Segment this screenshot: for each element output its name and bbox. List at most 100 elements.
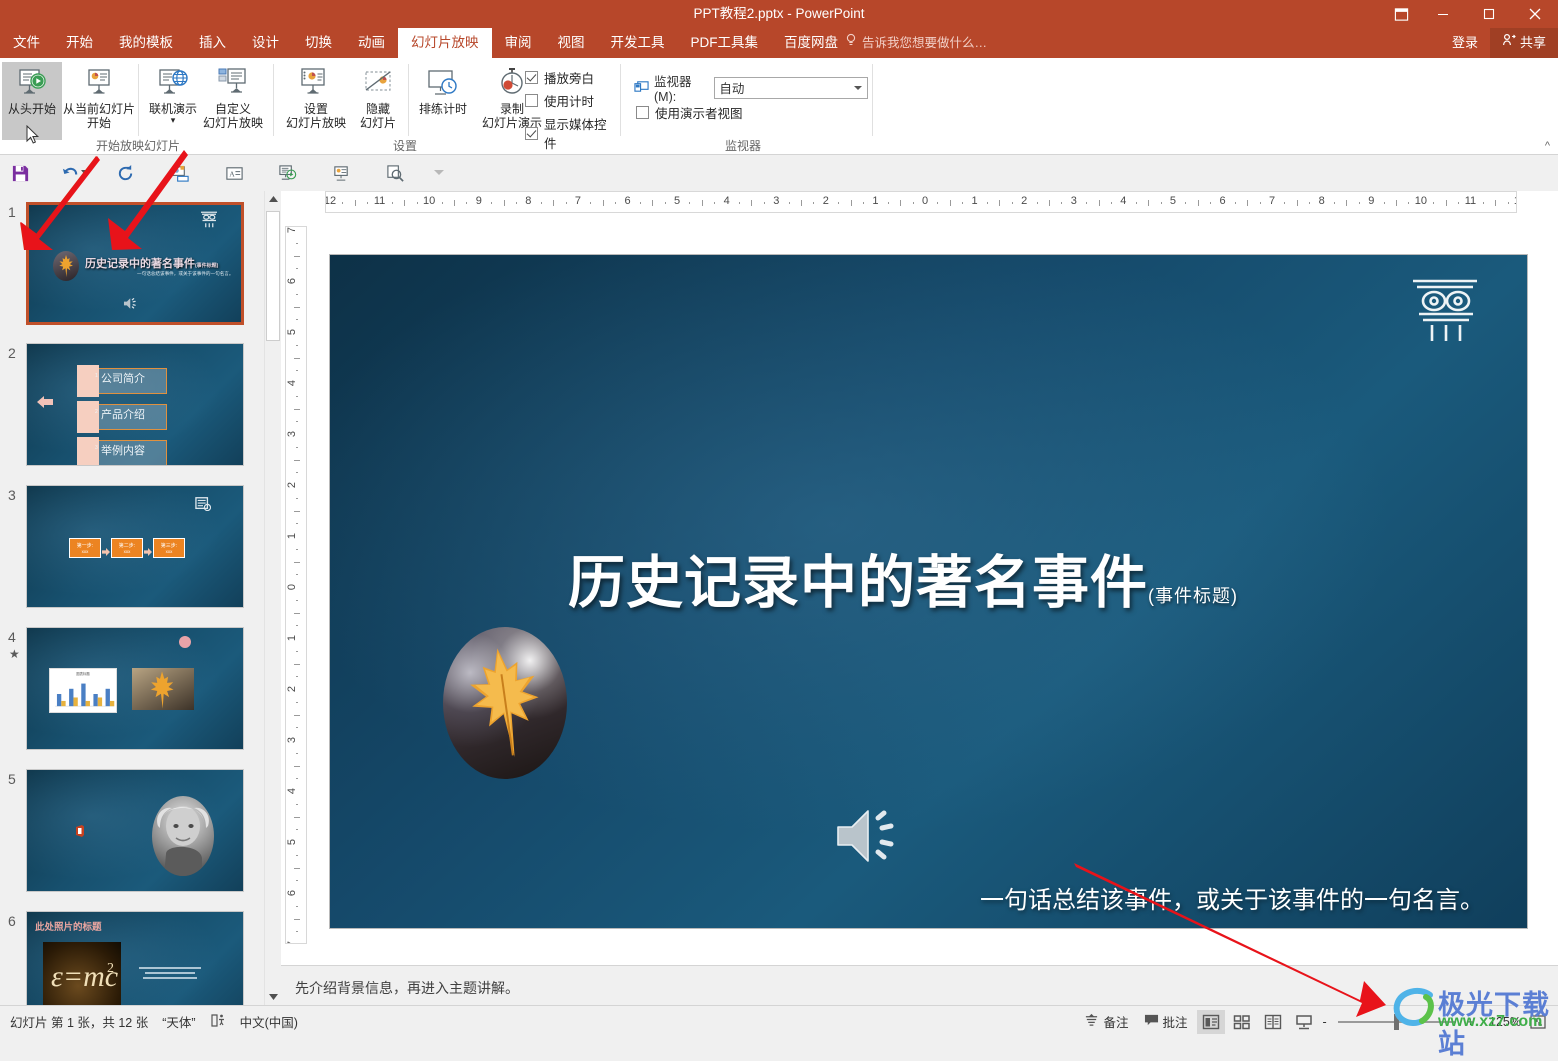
ruler-minor-tick bbox=[296, 701, 298, 703]
chevron-down-icon[interactable]: ▾ bbox=[171, 116, 176, 125]
scroll-up-icon[interactable] bbox=[265, 191, 281, 208]
list-item[interactable]: 图表标题 bbox=[26, 627, 244, 750]
ribbon-tab-11[interactable]: PDF工具集 bbox=[678, 28, 772, 58]
sign-in-button[interactable]: 登录 bbox=[1440, 28, 1490, 58]
horizontal-ruler[interactable]: 1211109876543210123456789101112 bbox=[325, 191, 1517, 213]
comments-button[interactable]: 批注 bbox=[1138, 1010, 1194, 1034]
ribbon-tab-2[interactable]: 我的模板 bbox=[106, 28, 186, 58]
custom-slideshow-button[interactable]: 自定义 幻灯片放映 bbox=[196, 62, 270, 140]
save-icon[interactable] bbox=[8, 161, 32, 185]
list-item[interactable] bbox=[26, 769, 244, 892]
checkbox-show-media-controls[interactable]: 显示媒体控件 bbox=[525, 114, 618, 152]
maximize-button[interactable] bbox=[1466, 0, 1512, 28]
ribbon-tab-10[interactable]: 开发工具 bbox=[598, 28, 678, 58]
ruler-minor-tick bbox=[441, 202, 443, 204]
leaf-photo-circle[interactable] bbox=[443, 627, 567, 779]
ruler-minor-tick bbox=[615, 202, 617, 204]
checkbox-presenter-view[interactable]: 使用演示者视图 bbox=[636, 103, 743, 122]
ruler-label-h-11: 1 bbox=[872, 195, 879, 207]
slideshow-view-button[interactable] bbox=[1290, 1010, 1318, 1034]
redo-icon[interactable] bbox=[113, 161, 137, 185]
monitor-select[interactable]: 自动 bbox=[714, 76, 868, 99]
tell-me-search[interactable]: 告诉我您想要做什么… bbox=[845, 28, 987, 58]
zoom-out-button[interactable]: - bbox=[1321, 1010, 1329, 1034]
normal-view-button[interactable] bbox=[1196, 1009, 1225, 1034]
close-button[interactable] bbox=[1512, 0, 1558, 28]
ruler-minor-tick bbox=[296, 523, 298, 525]
notes-button[interactable]: 备注 bbox=[1078, 1010, 1134, 1034]
thumbnail-scrollbar[interactable] bbox=[264, 191, 281, 1005]
current-slide-canvas[interactable]: 历史记录中的著名事件(事件标题) 一句话总结该事件，或关于该事件的一句名言。 bbox=[329, 254, 1528, 929]
ribbon-display-options-icon[interactable] bbox=[1382, 0, 1420, 28]
ribbon-tab-5[interactable]: 切换 bbox=[292, 28, 345, 58]
present-icon[interactable] bbox=[329, 161, 353, 185]
checkbox-use-timings[interactable]: 使用计时 bbox=[525, 91, 594, 110]
share-person-icon bbox=[1502, 28, 1516, 58]
speaker-audio-icon[interactable] bbox=[834, 805, 909, 870]
ribbon-tab-7[interactable]: 幻灯片放映 bbox=[398, 28, 492, 58]
vertical-ruler[interactable]: 7 6 5 4 3 2 1 0 1 2 3 4 5 6 7 bbox=[285, 226, 307, 944]
thumbnail-slide-2[interactable]: 1 公司简介 2 产品介绍 3 举例内容 bbox=[26, 343, 244, 466]
list-item[interactable]: 此处照片的标题 ε=mc 2 bbox=[26, 911, 244, 1005]
ribbon-tab-9[interactable]: 视图 bbox=[545, 28, 598, 58]
thumbnail-subtitle: 一句话总结该事件，或关于该事件的一句名言。 bbox=[137, 271, 234, 276]
share-button[interactable]: 共享 bbox=[1489, 28, 1558, 58]
slide-title[interactable]: 历史记录中的著名事件(事件标题) bbox=[568, 537, 1238, 619]
thumbnail-slide-3[interactable]: 第一步: xxx 第二步: xxx 第三步: xxx bbox=[26, 485, 244, 608]
ribbon-tab-4[interactable]: 设计 bbox=[239, 28, 292, 58]
ribbon-tab-0[interactable]: 文件 bbox=[0, 28, 53, 58]
rehearse-timings-button[interactable]: 排练计时 bbox=[412, 62, 474, 140]
thumbnail-leaf-photo bbox=[132, 668, 194, 710]
ruler-minor-tick bbox=[1408, 202, 1410, 204]
ruler-label-v-2: 5 bbox=[286, 328, 299, 336]
collapse-ribbon-button[interactable]: ^ bbox=[1545, 140, 1550, 152]
ribbon-tab-1[interactable]: 开始 bbox=[53, 28, 106, 58]
list-item[interactable]: 历史记录中的著名事件(事件标题) 一句话总结该事件，或关于该事件的一句名言。 bbox=[26, 202, 244, 325]
thumbnail-slide-6[interactable]: 此处照片的标题 ε=mc 2 bbox=[26, 911, 244, 1005]
minimize-button[interactable] bbox=[1420, 0, 1466, 28]
chevron-down-icon[interactable] bbox=[854, 85, 862, 90]
ribbon-tab-12[interactable]: 百度网盘 bbox=[771, 28, 851, 58]
ruler-minor-tick bbox=[296, 599, 298, 601]
ribbon-tab-6[interactable]: 动画 bbox=[345, 28, 398, 58]
reading-view-button[interactable] bbox=[1259, 1010, 1287, 1034]
ruler-minor-tick bbox=[590, 202, 592, 204]
thumbnail-number-6: 6 bbox=[8, 913, 16, 929]
ribbon-tab-8[interactable]: 审阅 bbox=[492, 28, 545, 58]
accessibility-icon[interactable] bbox=[210, 1013, 226, 1031]
preview-icon[interactable] bbox=[383, 161, 407, 185]
play-from-current-button[interactable]: 从当前幻灯片 开始 bbox=[62, 62, 136, 140]
start-slideshow-icon[interactable] bbox=[275, 161, 299, 185]
checkbox-icon[interactable] bbox=[525, 94, 538, 107]
ruler-tick bbox=[354, 200, 356, 206]
slide-thumbnail-pane[interactable]: 1 历史记录中的著名事件(事件标题) 一句话总结该事件，或关于该事件的一句名言。… bbox=[0, 191, 262, 1005]
undo-dropdown-icon[interactable] bbox=[79, 161, 91, 185]
setup-slideshow-button[interactable]: 设置 幻灯片放映 bbox=[282, 62, 350, 140]
notes-pane[interactable]: 先介绍背景信息，再进入主题讲解。 bbox=[281, 965, 1558, 1005]
new-slide-icon[interactable] bbox=[168, 161, 192, 185]
list-item[interactable]: 第一步: xxx 第二步: xxx 第三步: xxx bbox=[26, 485, 244, 608]
slide-sorter-view-button[interactable] bbox=[1228, 1010, 1256, 1034]
thumbnail-slide-5[interactable] bbox=[26, 769, 244, 892]
ruler-label-v-10: 3 bbox=[286, 736, 299, 744]
slide-subtitle[interactable]: 一句话总结该事件，或关于该事件的一句名言。 bbox=[980, 880, 1484, 915]
language-label[interactable]: 中文(中国) bbox=[240, 1012, 298, 1031]
text-box-icon[interactable]: A bbox=[222, 161, 246, 185]
thumbnail-slide-4[interactable]: 图表标题 bbox=[26, 627, 244, 750]
ribbon-tab-3[interactable]: 插入 bbox=[186, 28, 239, 58]
scroll-down-icon[interactable] bbox=[265, 988, 281, 1005]
list-item[interactable]: 1 公司简介 2 产品介绍 3 举例内容 bbox=[26, 343, 244, 466]
thumbnail-slide-1[interactable]: 历史记录中的著名事件(事件标题) 一句话总结该事件，或关于该事件的一句名言。 bbox=[26, 202, 244, 325]
checkbox-play-narration[interactable]: 播放旁白 bbox=[525, 68, 594, 87]
status-bar: 幻灯片 第 1 张，共 12 张 “天体” 中文(中国) 备注 批注 - + 1… bbox=[0, 1005, 1558, 1036]
theme-label[interactable]: “天体” bbox=[162, 1012, 195, 1031]
thumbnail-step-box: 第一步: xxx bbox=[69, 538, 101, 558]
customize-qat-icon[interactable] bbox=[432, 161, 446, 185]
checkbox-icon[interactable] bbox=[636, 106, 649, 119]
thumbnail-dot-decoration bbox=[179, 636, 191, 648]
hide-slide-button[interactable]: 隐藏 幻灯片 bbox=[350, 62, 406, 140]
scroll-thumb[interactable] bbox=[266, 211, 280, 341]
notes-text[interactable]: 先介绍背景信息，再进入主题讲解。 bbox=[295, 978, 519, 998]
checkbox-icon[interactable] bbox=[525, 71, 538, 84]
watermark-logo-icon bbox=[1393, 987, 1434, 1026]
